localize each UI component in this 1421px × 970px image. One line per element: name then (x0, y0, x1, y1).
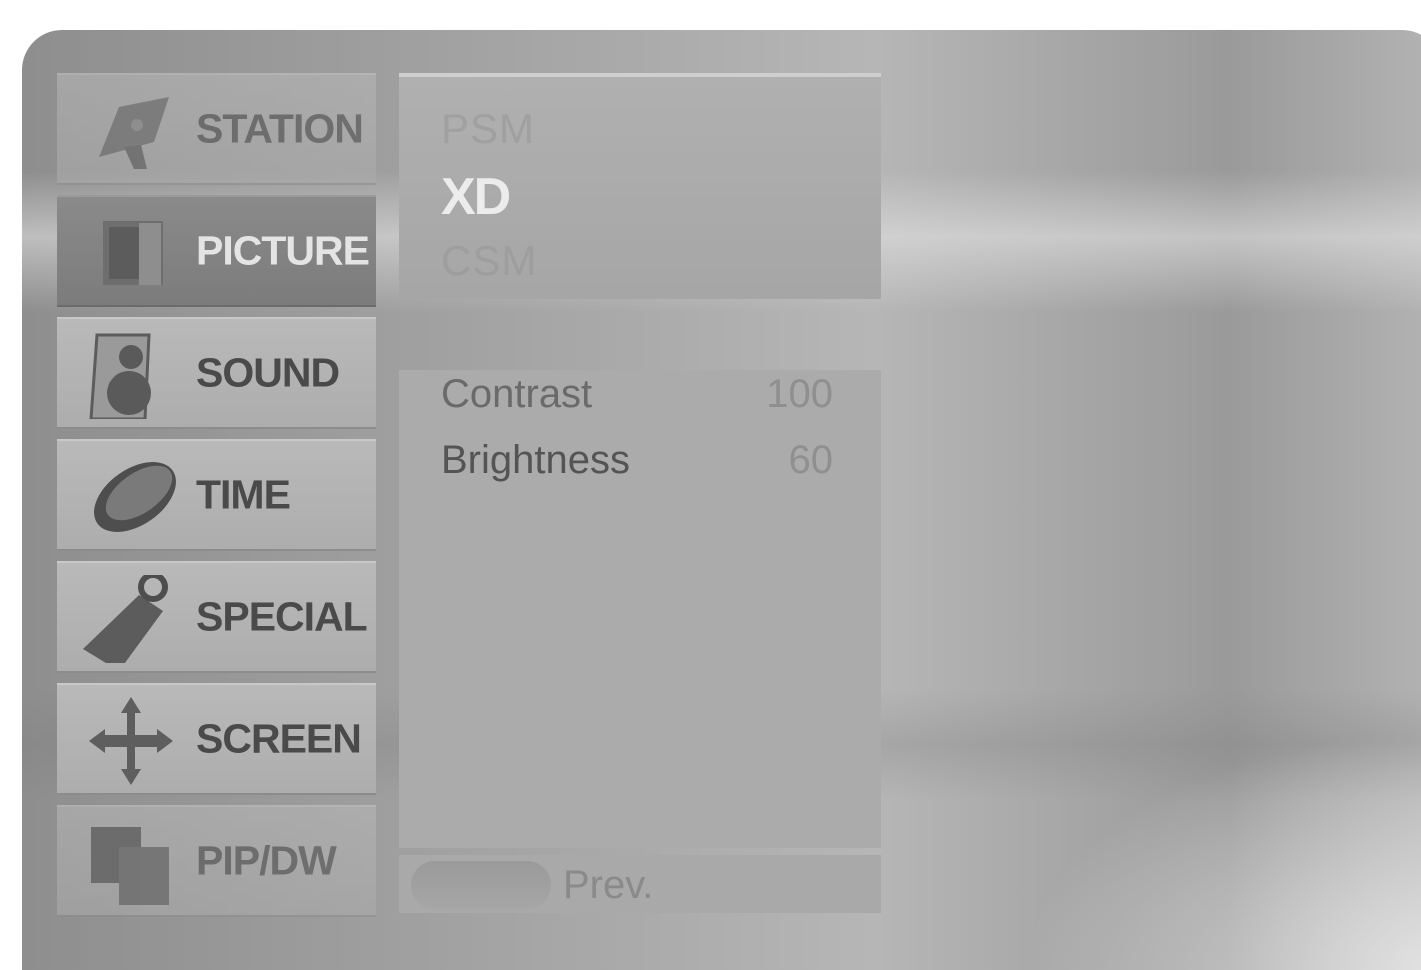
adjustment-panel: Contrast 100 Brightness 60 (399, 370, 881, 848)
mode-item-psm[interactable]: PSM (441, 105, 535, 153)
menu-label-sound: SOUND (196, 349, 340, 396)
menu-label-special: SPECIAL (196, 593, 368, 640)
menu-item-special[interactable]: SPECIAL (57, 561, 376, 673)
menu-item-picture[interactable]: PICTURE (57, 195, 376, 307)
double-window-icon (91, 827, 169, 905)
menu-label-pipdw: PIP/DW (196, 837, 337, 884)
contrast-value: 100 (766, 372, 833, 416)
menu-item-sound[interactable]: SOUND (57, 317, 376, 429)
adjust-row-contrast[interactable]: Contrast 100 (441, 372, 833, 422)
picture-frame-icon (103, 221, 163, 285)
menu-item-station[interactable]: STATION (57, 73, 376, 185)
brightness-value: 60 (788, 438, 834, 482)
menu-label-station: STATION (196, 105, 364, 152)
menu-label-screen: SCREEN (196, 715, 362, 762)
menu-item-time[interactable]: TIME (57, 439, 376, 551)
mode-item-csm[interactable]: CSM (441, 237, 537, 285)
menu-item-screen[interactable]: SCREEN (57, 683, 376, 795)
prev-label: Prev. (563, 863, 654, 907)
clock-disc-icon (94, 462, 176, 532)
menu-item-pipdw[interactable]: PIP/DW (57, 805, 376, 917)
menu-label-picture: PICTURE (196, 227, 370, 274)
contrast-label: Contrast (441, 372, 593, 416)
prev-button[interactable] (411, 861, 551, 909)
mode-item-xd[interactable]: XD (441, 167, 511, 227)
move-arrows-icon (89, 697, 173, 785)
picture-mode-panel: PSM XD CSM (399, 73, 881, 299)
menu-label-time: TIME (196, 471, 291, 518)
speaker-icon (89, 333, 151, 419)
tag-icon (83, 575, 168, 663)
footer-bar: Prev. (399, 855, 881, 913)
satellite-dish-icon (99, 97, 169, 169)
adjust-row-brightness[interactable]: Brightness 60 (441, 438, 833, 488)
brightness-label: Brightness (441, 438, 630, 482)
